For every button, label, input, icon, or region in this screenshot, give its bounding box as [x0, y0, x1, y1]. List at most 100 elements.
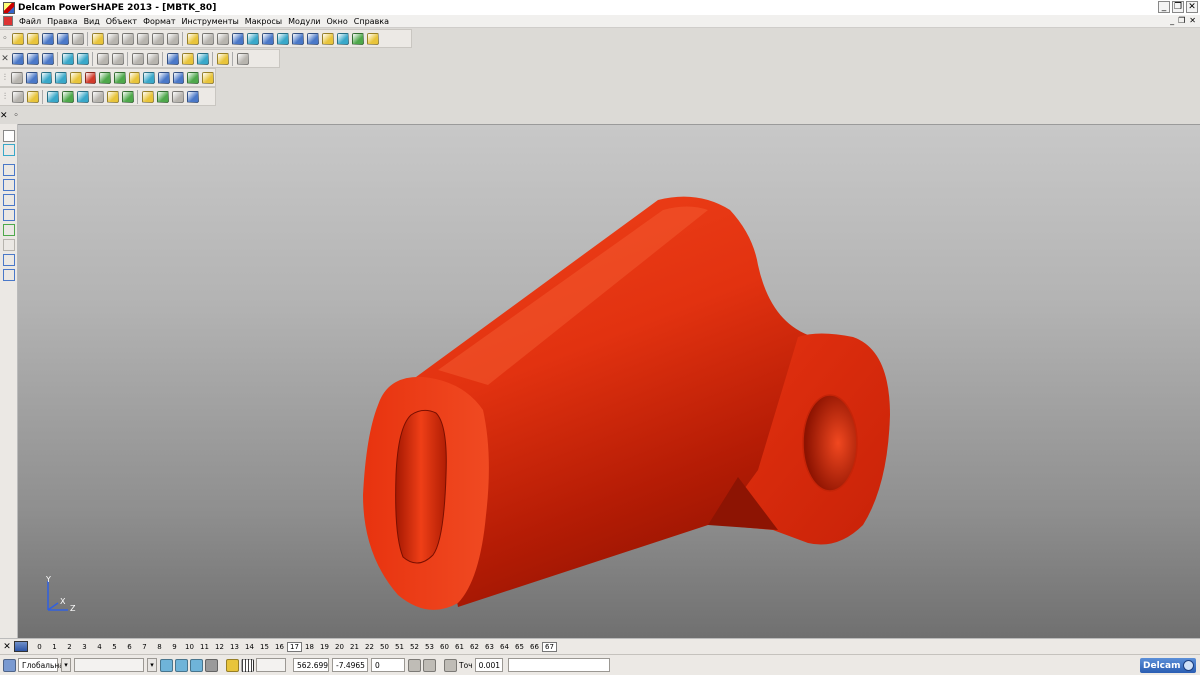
distance-icon[interactable]	[423, 658, 436, 672]
select-arrow-icon[interactable]	[3, 130, 15, 142]
export-icon[interactable]	[187, 71, 199, 84]
stack-icon[interactable]	[336, 32, 349, 45]
level-19[interactable]: 19	[317, 643, 332, 651]
level-65[interactable]: 65	[512, 643, 527, 651]
shade-4-icon[interactable]	[91, 90, 104, 103]
level-bar-close-icon[interactable]: ✕	[0, 642, 14, 652]
view-front-icon[interactable]	[26, 52, 39, 65]
mesh-icon[interactable]	[172, 71, 185, 84]
cylinder-icon[interactable]	[69, 71, 82, 84]
lock-icon[interactable]	[201, 71, 214, 84]
mdi-minimize-button[interactable]: _	[1170, 16, 1174, 25]
workplane-select[interactable]: Глобальна	[18, 658, 64, 672]
ghost-icon[interactable]	[11, 90, 24, 103]
grid-field[interactable]	[256, 658, 286, 672]
paste-icon[interactable]	[151, 32, 164, 45]
view-iso-icon[interactable]	[61, 52, 74, 65]
level-10[interactable]: 10	[182, 643, 197, 651]
coord-y-field[interactable]: -7.4965	[332, 658, 368, 672]
line-icon[interactable]	[3, 164, 15, 176]
copy-icon[interactable]	[136, 32, 149, 45]
zoom-box-icon[interactable]	[111, 52, 124, 65]
delete-icon[interactable]	[166, 32, 179, 45]
level-7[interactable]: 7	[137, 643, 152, 651]
level-14[interactable]: 14	[242, 643, 257, 651]
cone-icon[interactable]	[99, 71, 111, 84]
surface-icon[interactable]	[55, 71, 67, 84]
menu-file[interactable]: Файл	[16, 17, 44, 26]
zoom-icon[interactable]	[96, 52, 109, 65]
lighting-icon[interactable]	[216, 52, 229, 65]
polyline-icon[interactable]	[3, 179, 15, 191]
toolbar-grip[interactable]: ◦	[14, 111, 19, 121]
menu-object[interactable]: Объект	[103, 17, 140, 26]
level-4[interactable]: 4	[92, 643, 107, 651]
pattern-4-icon[interactable]	[186, 90, 199, 103]
angle-tool-icon[interactable]	[3, 269, 15, 281]
toolbar-close-icon[interactable]: ✕	[0, 111, 8, 121]
toolbar-grip[interactable]: ◦	[0, 30, 10, 47]
shade-1-icon[interactable]	[46, 90, 59, 103]
undo-icon[interactable]	[91, 32, 104, 45]
save-icon[interactable]	[41, 32, 54, 45]
level-62[interactable]: 62	[467, 643, 482, 651]
calculator-icon[interactable]	[408, 658, 421, 672]
undo-arrow-icon[interactable]	[186, 32, 199, 45]
tolerance-field[interactable]: 0.001	[474, 658, 503, 672]
zoom-out-icon[interactable]	[146, 52, 159, 65]
mdi-close-button[interactable]: ✕	[1189, 16, 1196, 25]
view-cube-icon[interactable]	[160, 658, 173, 672]
menu-edit[interactable]: Правка	[44, 17, 80, 26]
levels-icon[interactable]	[14, 641, 28, 652]
menu-modules[interactable]: Модули	[285, 17, 323, 26]
graphics-viewport[interactable]: Y X Z	[18, 124, 1200, 638]
new-file-icon[interactable]	[11, 32, 24, 45]
circle-tool-icon[interactable]	[3, 209, 15, 221]
level-16[interactable]: 16	[272, 643, 287, 651]
level-5[interactable]: 5	[107, 643, 122, 651]
level-1[interactable]: 1	[47, 643, 62, 651]
solid-icon[interactable]	[143, 71, 155, 84]
layers-icon[interactable]	[351, 32, 364, 45]
view-top-icon[interactable]	[11, 52, 24, 65]
save-as-icon[interactable]	[56, 32, 69, 45]
wireframe-x-icon[interactable]	[26, 90, 39, 103]
model-icon[interactable]	[11, 71, 23, 84]
toolbar-grip[interactable]: ✕	[0, 50, 10, 67]
app-icon[interactable]	[3, 1, 15, 14]
close-button[interactable]: ✕	[1186, 1, 1198, 13]
box-icon[interactable]	[128, 71, 141, 84]
level-6[interactable]: 6	[122, 643, 137, 651]
level-3[interactable]: 3	[77, 643, 92, 651]
level-15[interactable]: 15	[257, 643, 272, 651]
coord-z-field[interactable]: 0	[371, 658, 405, 672]
cut-icon[interactable]	[121, 32, 134, 45]
level-53[interactable]: 53	[422, 643, 437, 651]
units-dropdown[interactable]: ▾	[147, 658, 157, 672]
level-17[interactable]: 17	[287, 641, 302, 652]
shade-5-icon[interactable]	[106, 90, 119, 103]
workplane-select-icon[interactable]	[3, 144, 15, 156]
units-select[interactable]	[74, 658, 144, 672]
shade-2-icon[interactable]	[61, 90, 74, 103]
measure-icon[interactable]	[216, 32, 229, 45]
level-2[interactable]: 2	[62, 643, 77, 651]
text-icon[interactable]	[306, 32, 319, 45]
solid-tool-icon[interactable]	[3, 224, 15, 236]
level-63[interactable]: 63	[482, 643, 497, 651]
level-12[interactable]: 12	[212, 643, 227, 651]
pattern-3-icon[interactable]	[171, 90, 184, 103]
open-icon[interactable]	[26, 32, 39, 45]
grid-icon[interactable]	[241, 658, 254, 672]
toolbar-grip[interactable]: ⫶	[0, 88, 10, 105]
drive-icon[interactable]	[321, 32, 334, 45]
drawing-icon[interactable]	[25, 71, 38, 84]
level-64[interactable]: 64	[497, 643, 512, 651]
level-21[interactable]: 21	[347, 643, 362, 651]
pattern-2-icon[interactable]	[156, 90, 169, 103]
command-input[interactable]	[507, 658, 610, 672]
level-20[interactable]: 20	[332, 643, 347, 651]
menu-macros[interactable]: Макросы	[242, 17, 285, 26]
level-13[interactable]: 13	[227, 643, 242, 651]
tools-icon[interactable]	[366, 32, 379, 45]
